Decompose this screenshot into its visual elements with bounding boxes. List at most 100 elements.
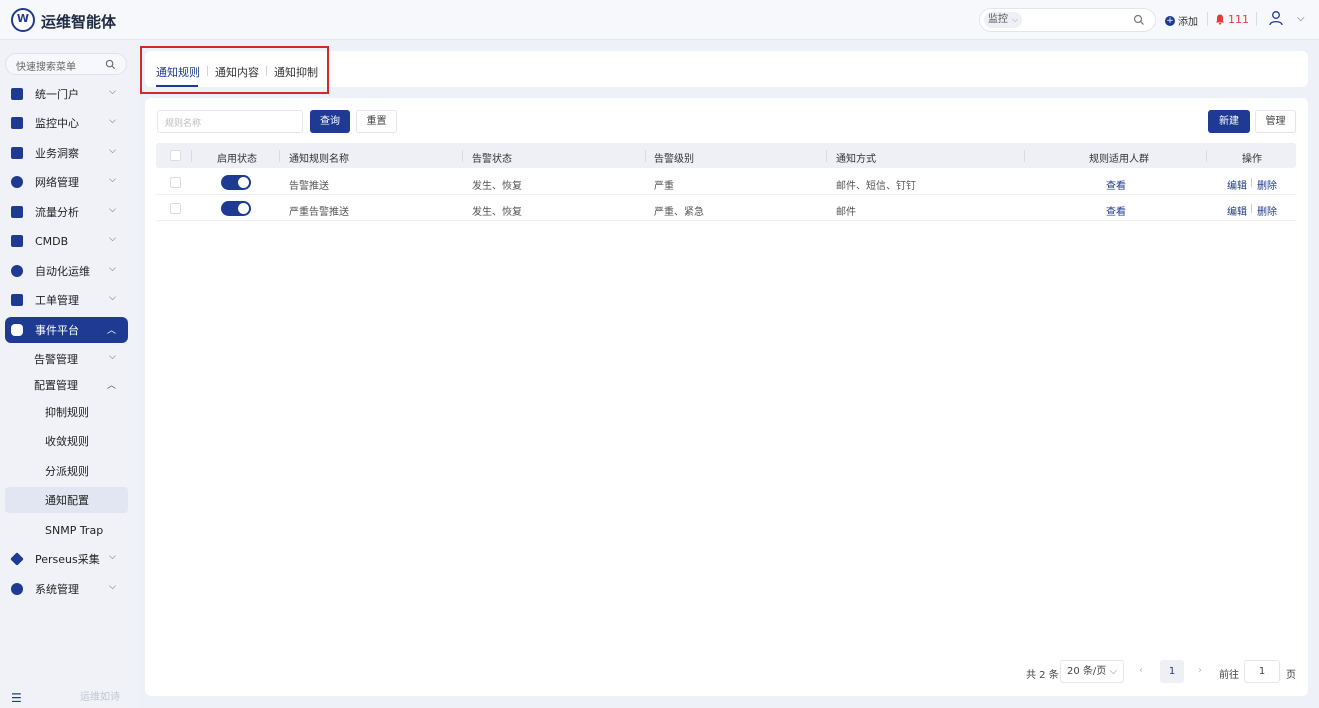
sidebar-item-suppression-rules[interactable]: 抑制规则	[5, 399, 128, 425]
user-icon[interactable]	[1268, 10, 1284, 26]
sidebar-item-system[interactable]: 系统管理 ⌵	[5, 576, 128, 602]
table-row: 告警推送 发生、恢复 严重 邮件、短信、钉钉 查看 编辑 删除	[156, 169, 1296, 195]
bell-icon	[11, 324, 23, 336]
chevron-down-icon: ⌵	[109, 146, 116, 156]
rule-name-input[interactable]: 规则名称	[157, 110, 303, 133]
search-scope-select[interactable]: 监控 ⌵	[984, 12, 1023, 28]
alert-status-cell: 发生、恢复	[472, 181, 522, 192]
sidebar-item-convergence-rules[interactable]: 收敛规则	[5, 428, 128, 454]
sidebar-item-label: 系统管理	[35, 583, 79, 596]
app-logo	[11, 8, 35, 32]
row-checkbox[interactable]	[170, 177, 181, 188]
query-button[interactable]: 查询	[310, 110, 350, 133]
sidebar-item-dispatch-rules[interactable]: 分派规则	[5, 458, 128, 484]
menu-search-input[interactable]: 快速搜索菜单	[5, 53, 127, 75]
column-header-alert-level: 告警级别	[654, 154, 694, 165]
gear-icon	[11, 583, 23, 595]
sidebar-item-label: 通知配置	[45, 494, 89, 507]
goto-label: 前往	[1219, 670, 1239, 681]
page-1-button[interactable]: 1	[1160, 660, 1184, 683]
main-panel: 规则名称 查询 重置 新建 管理 启用状态 通知规则名称 告警状态 告警级别 通…	[145, 98, 1308, 696]
chevron-up-icon: ︿	[106, 381, 116, 391]
next-page-icon[interactable]: ›	[1198, 665, 1202, 676]
manage-button[interactable]: 管理	[1255, 110, 1296, 133]
search-scope-label: 监控	[988, 14, 1008, 25]
view-audience-link[interactable]: 查看	[1106, 203, 1126, 218]
chevron-down-icon: ⌵	[1109, 666, 1118, 677]
sidebar-item-event-platform[interactable]: 事件平台 ︿	[5, 317, 128, 343]
chevron-down-icon: ⌵	[109, 205, 116, 215]
rule-name-placeholder: 规则名称	[165, 119, 202, 129]
reset-button[interactable]: 重置	[356, 110, 397, 133]
page-size-select[interactable]: 20 条/页 ⌵	[1060, 660, 1124, 683]
cube-icon	[11, 235, 23, 247]
sidebar-item-label: 分派规则	[45, 465, 89, 478]
sidebar-item-perseus[interactable]: Perseus采集 ⌵	[5, 546, 128, 572]
sidebar-item-notification-config[interactable]: 通知配置	[5, 487, 128, 513]
sidebar-item-automation[interactable]: 自动化运维 ⌵	[5, 258, 128, 284]
chevron-down-icon: ⌵	[109, 175, 116, 185]
sidebar-item-label: SNMP Trap	[45, 523, 104, 537]
sidebar-item-label: 配置管理	[34, 379, 78, 392]
sidebar-item-cmdb[interactable]: CMDB ⌵	[5, 228, 128, 254]
alerts-button[interactable]: 111	[1215, 13, 1249, 26]
select-all-checkbox[interactable]	[170, 150, 181, 161]
chevron-down-icon: ⌵	[109, 293, 116, 303]
sidebar-item-snmp-trap[interactable]: SNMP Trap	[5, 517, 128, 543]
diamond-icon	[10, 552, 24, 566]
divider	[1256, 12, 1257, 26]
column-divider	[1206, 150, 1207, 162]
chart-icon	[11, 206, 23, 218]
enable-toggle[interactable]	[221, 201, 251, 216]
sidebar-item-label: 业务洞察	[35, 147, 79, 160]
add-button[interactable]: + 添加	[1165, 13, 1198, 28]
edit-link[interactable]: 编辑	[1227, 203, 1247, 218]
prev-page-icon[interactable]: ‹	[1139, 665, 1143, 676]
chevron-down-icon: ⌵	[109, 264, 116, 274]
delete-link[interactable]: 删除	[1257, 177, 1277, 192]
sidebar-item-network[interactable]: 网络管理 ⌵	[5, 169, 128, 195]
row-checkbox[interactable]	[170, 203, 181, 214]
sidebar-item-traffic[interactable]: 流量分析 ⌵	[5, 199, 128, 225]
edit-link[interactable]: 编辑	[1227, 177, 1247, 192]
sidebar-item-label: 工单管理	[35, 294, 79, 307]
sidebar-item-monitor[interactable]: 监控中心 ⌵	[5, 110, 128, 136]
sidebar-item-label: 抑制规则	[45, 406, 89, 419]
alert-status-cell: 发生、恢复	[472, 207, 522, 218]
sidebar-item-label: 监控中心	[35, 117, 79, 130]
sidebar-item-ticket[interactable]: 工单管理 ⌵	[5, 287, 128, 313]
column-header-alert-status: 告警状态	[472, 154, 512, 165]
sidebar-item-label: 告警管理	[34, 353, 78, 366]
divider	[1207, 12, 1208, 26]
global-search[interactable]: 监控 ⌵	[979, 8, 1156, 32]
sidebar-item-portal[interactable]: 统一门户 ⌵	[5, 81, 128, 107]
goto-page-input[interactable]: 1	[1244, 660, 1280, 683]
column-divider	[462, 150, 463, 162]
sidebar-item-label: 流量分析	[35, 206, 79, 219]
view-audience-link[interactable]: 查看	[1106, 177, 1126, 192]
column-header-enabled: 启用状态	[217, 154, 257, 165]
add-label: 添加	[1178, 17, 1198, 28]
gears-icon	[11, 265, 23, 277]
search-icon[interactable]	[1133, 14, 1145, 26]
page-size-label: 20 条/页	[1066, 666, 1107, 677]
chevron-down-icon: ⌵	[109, 116, 116, 126]
column-divider	[645, 150, 646, 162]
sidebar-item-label: 网络管理	[35, 176, 79, 189]
table-header: 启用状态 通知规则名称 告警状态 告警级别 通知方式 规则适用人群 操作	[156, 143, 1296, 168]
chevron-down-icon[interactable]: ⌵	[1297, 13, 1305, 24]
sidebar-item-insight[interactable]: 业务洞察 ⌵	[5, 140, 128, 166]
link-divider	[1251, 204, 1252, 213]
sidebar-item-label: CMDB	[35, 234, 69, 248]
column-header-rule-name: 通知规则名称	[289, 154, 349, 165]
enable-toggle[interactable]	[221, 175, 251, 190]
chevron-down-icon: ⌵	[109, 352, 116, 362]
collapse-menu-icon[interactable]: ☰	[11, 691, 22, 705]
delete-link[interactable]: 删除	[1257, 203, 1277, 218]
chevron-down-icon: ⌵	[109, 87, 116, 97]
column-divider	[191, 150, 192, 162]
new-button[interactable]: 新建	[1208, 110, 1250, 133]
top-bar: 运维智能体 监控 ⌵ + 添加 111 ⌵	[0, 0, 1319, 40]
sidebar-item-alert-management[interactable]: 告警管理 ⌵	[5, 346, 128, 372]
sidebar-item-config-management[interactable]: 配置管理 ︿	[5, 372, 128, 398]
